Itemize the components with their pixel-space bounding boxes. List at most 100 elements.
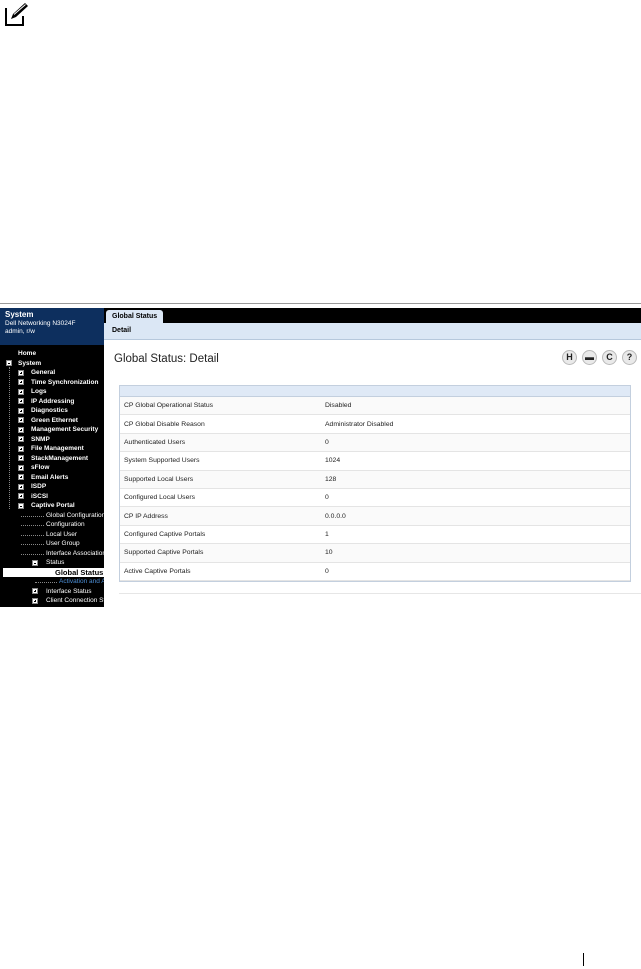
expand-icon[interactable] [18,388,24,395]
row-label: Configured Captive Portals [124,530,206,538]
tab-bar: Global Status [104,308,641,323]
tree-connector [21,525,44,526]
row-label: System Supported Users [124,457,200,465]
row-value: 0 [325,494,329,502]
help-icon[interactable]: ? [622,350,637,365]
tree-item-home[interactable]: Home [18,349,36,359]
table-row: CP Global Disable Reason Administrator Di… [120,415,630,434]
tree-item-client-connection-status[interactable]: Client Connection Status [46,596,104,606]
expand-icon[interactable] [32,588,38,594]
toolbar: H ▬ C? [562,350,637,365]
expand-icon[interactable] [18,493,24,499]
tree-item-email-alerts[interactable]: Email Alerts [31,473,68,483]
tree-item-snmp[interactable]: SNMP [31,435,50,445]
expand-icon[interactable] [18,445,24,452]
tree-item-file-management[interactable]: File Management [31,444,84,454]
tree-item-user-group[interactable]: User Group [46,539,80,549]
tree-item-sflow[interactable]: sFlow [31,463,49,473]
expand-icon[interactable] [18,483,24,490]
expand-icon[interactable] [32,597,38,604]
tree-item-logs[interactable]: Logs [31,387,47,397]
expand-icon[interactable] [18,407,24,414]
table-row: CP Global Operational Status Disabled [120,397,630,416]
subtab-detail[interactable]: Detail [112,326,131,336]
expand-icon[interactable] [18,426,24,433]
save-icon[interactable]: H [562,350,577,365]
table-row: Supported Local Users 128 [120,470,630,489]
table-header [120,386,630,397]
tree-item-management-security[interactable]: Management Security [31,425,98,435]
status-table: CP Global Operational Status Disabled CP G… [119,385,631,582]
row-value: 1 [325,530,329,538]
tree-item-isdp[interactable]: ISDP [31,482,46,492]
tree-item-captive-portal[interactable]: Captive Portal [31,501,75,511]
system-title: System [5,310,34,319]
tree-item-activation-and-activity[interactable]: Activation and Activity [59,577,104,587]
tree-connector [9,366,10,509]
expand-icon[interactable] [18,464,24,471]
tree-item-configuration[interactable]: Configuration [46,520,85,530]
tree-item-iscsi[interactable]: iSCSI [31,492,48,502]
tree-item-interface-association[interactable]: Interface Association [46,549,104,559]
row-value: Administrator Disabled [325,420,394,428]
tree-item-stackmanagement[interactable]: StackManagement [31,454,88,464]
page-title: Global Status: Detail [114,353,219,365]
expand-icon[interactable] [18,369,24,376]
main-panel: Global Status Detail Global Status: Deta… [104,308,641,607]
tree-item-diagnostics[interactable]: Diagnostics [31,406,68,416]
divider [119,593,641,594]
row-label: Authenticated Users [124,438,186,446]
tree-item-general[interactable]: General [31,368,55,378]
row-value: 0.0.0.0 [325,512,346,520]
row-value: Disabled [325,402,352,410]
table-row: Configured Captive Portals 1 [120,526,630,545]
row-label: CP Global Disable Reason [124,420,205,428]
tree-item-time-synchronization[interactable]: Time Synchronization [31,378,98,388]
row-label: CP Global Operational Status [124,402,214,410]
collapse-icon[interactable] [18,502,24,509]
tree-item-local-user[interactable]: Local User [46,530,77,540]
collapse-icon[interactable] [6,360,12,366]
sidebar: System Dell Networking N3024F admin, r/w… [0,308,104,607]
expand-icon[interactable] [18,379,24,385]
row-value: 0 [325,567,329,575]
row-label: Configured Local Users [124,494,196,502]
expand-icon[interactable] [18,455,24,461]
tree-item-green-ethernet[interactable]: Green Ethernet [31,416,78,426]
row-label: Supported Captive Portals [124,549,204,557]
tree-connector [21,515,44,517]
tree-connector [35,582,57,583]
table-row: Authenticated Users 0 [120,433,630,453]
table-row: System Supported Users 1024 [120,452,630,471]
expand-icon[interactable] [18,436,24,442]
subtab-bar: Detail [104,323,641,340]
system-header: System Dell Networking N3024F admin, r/w [0,308,104,345]
tree-item-system[interactable]: System [18,359,41,369]
row-label: Supported Local Users [124,475,194,483]
tree-connector [21,534,44,536]
tree-item-status[interactable]: Status [46,558,64,568]
row-value: 128 [325,475,337,483]
row-value: 0 [325,438,329,446]
expand-icon[interactable] [18,474,24,480]
tree-item-interface-status[interactable]: Interface Status [46,587,92,597]
tree-item-ip-addressing[interactable]: IP Addressing [31,397,74,407]
print-icon[interactable]: ▬ [582,350,597,365]
refresh-icon[interactable]: C [602,350,617,365]
table-row: Supported Captive Portals 10 [120,544,630,563]
tree-connector [21,553,44,555]
collapse-icon[interactable] [32,559,38,566]
row-label: Active Captive Portals [124,567,191,575]
tab-global-status[interactable]: Global Status [106,310,164,323]
expand-icon[interactable] [18,417,24,423]
table-row: Configured Local Users 0 [120,489,630,508]
tree-item-global-status[interactable]: Global Status [3,567,104,577]
device-name: Dell Networking N3024F [5,320,76,327]
row-value: 1024 [325,457,341,465]
screenshot-window: System Dell Networking N3024F admin, r/w… [0,303,641,607]
row-value: 10 [325,549,333,557]
pencil-note-icon [5,3,28,26]
expand-icon[interactable] [18,398,24,404]
tree-item-global-configuration[interactable]: Global Configuration [46,511,104,521]
page-footer-rule [583,953,584,966]
